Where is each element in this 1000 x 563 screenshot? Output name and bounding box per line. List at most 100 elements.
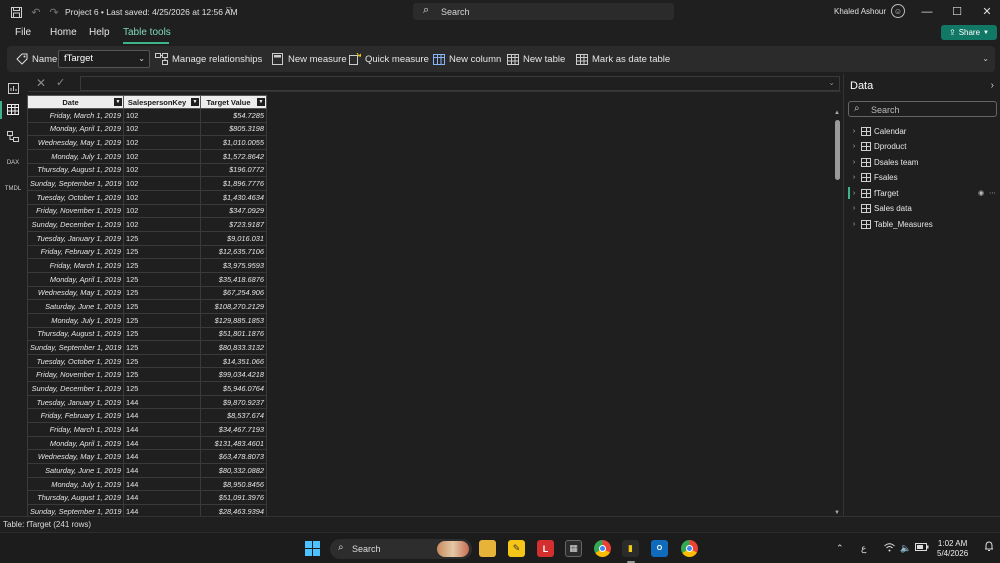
- maximize-icon[interactable]: ☐: [942, 3, 972, 20]
- more-options-icon[interactable]: ⋯: [989, 189, 996, 197]
- table-list-item[interactable]: › Sales data: [848, 202, 997, 216]
- ribbon-collapse-chevron-icon[interactable]: ⌄: [982, 54, 989, 63]
- column-filter-chevron-icon[interactable]: ▼: [191, 98, 199, 106]
- cell-salespersonkey[interactable]: 125: [123, 299, 201, 314]
- formula-expand-chevron-icon[interactable]: ⌄: [828, 78, 835, 87]
- cell-target-value[interactable]: $108,270.2129: [200, 299, 267, 314]
- cell-target-value[interactable]: $67,254.906: [200, 285, 267, 301]
- cell-salespersonkey[interactable]: 144: [123, 504, 201, 516]
- cell-date[interactable]: Thursday, August 1, 2019: [27, 326, 124, 342]
- cell-date[interactable]: Friday, November 1, 2019: [27, 367, 124, 383]
- column-header-salespersonkey[interactable]: SalespersonKey ▼: [123, 95, 201, 109]
- cell-salespersonkey[interactable]: 102: [123, 135, 201, 150]
- cell-salespersonkey[interactable]: 102: [123, 162, 201, 178]
- tmdl-view-icon[interactable]: TMDL: [5, 181, 21, 197]
- manage-relationships-button[interactable]: Manage relationships: [155, 51, 262, 67]
- expand-chevron-icon[interactable]: ›: [848, 174, 860, 181]
- column-filter-chevron-icon[interactable]: ▼: [257, 98, 265, 106]
- wifi-icon[interactable]: [884, 543, 895, 554]
- mark-as-date-table-button[interactable]: Mark as date table: [575, 51, 670, 67]
- file-explorer-icon[interactable]: [479, 540, 496, 557]
- cell-salespersonkey[interactable]: 125: [123, 258, 201, 273]
- cell-salespersonkey[interactable]: 102: [123, 148, 201, 164]
- cell-target-value[interactable]: $1,010.0055: [200, 135, 267, 150]
- cell-date[interactable]: Tuesday, October 1, 2019: [27, 353, 124, 369]
- chrome-profile-icon[interactable]: [681, 540, 698, 557]
- user-name[interactable]: Khaled Ashour: [834, 7, 886, 16]
- cell-date[interactable]: Sunday, September 1, 2019: [27, 504, 124, 516]
- cell-date[interactable]: Monday, April 1, 2019: [27, 121, 124, 137]
- menu-home[interactable]: Home: [50, 27, 77, 38]
- cell-target-value[interactable]: $8,950.8456: [200, 476, 267, 492]
- cell-target-value[interactable]: $1,896.7776: [200, 176, 267, 191]
- cell-date[interactable]: Wednesday, May 1, 2019: [27, 135, 124, 150]
- cell-salespersonkey[interactable]: 144: [123, 490, 201, 506]
- table-list-item[interactable]: › Fsales: [848, 171, 997, 185]
- cell-target-value[interactable]: $805.3198: [200, 121, 267, 137]
- menu-file[interactable]: File: [15, 27, 31, 38]
- cell-salespersonkey[interactable]: 125: [123, 312, 201, 328]
- power-bi-icon[interactable]: ▮: [622, 540, 639, 557]
- scroll-thumb[interactable]: [835, 120, 840, 180]
- cell-salespersonkey[interactable]: 125: [123, 271, 201, 287]
- cell-salespersonkey[interactable]: 125: [123, 285, 201, 301]
- cell-target-value[interactable]: $1,572.8642: [200, 148, 267, 164]
- microsoft-store-icon[interactable]: ▦: [565, 540, 582, 557]
- tray-overflow-chevron-icon[interactable]: ⌃: [836, 543, 844, 554]
- table-list-item[interactable]: › fTarget ◉ ⋯: [848, 186, 997, 200]
- battery-icon[interactable]: [915, 543, 929, 553]
- cell-target-value[interactable]: $723.9187: [200, 217, 267, 232]
- cell-salespersonkey[interactable]: 125: [123, 340, 201, 355]
- cell-salespersonkey[interactable]: 144: [123, 394, 201, 410]
- notifications-bell-icon[interactable]: [984, 541, 994, 554]
- input-language[interactable]: ع: [861, 543, 866, 554]
- cell-date[interactable]: Monday, July 1, 2019: [27, 148, 124, 164]
- minimize-icon[interactable]: —: [912, 3, 942, 20]
- cell-salespersonkey[interactable]: 125: [123, 230, 201, 246]
- cell-target-value[interactable]: $3,975.9593: [200, 258, 267, 273]
- cell-target-value[interactable]: $51,801.1876: [200, 326, 267, 342]
- cell-target-value[interactable]: $347.0929: [200, 203, 267, 219]
- cell-target-value[interactable]: $8,537.674: [200, 408, 267, 424]
- formula-input[interactable]: ⌄: [80, 76, 840, 91]
- cell-target-value[interactable]: $80,332.0882: [200, 463, 267, 478]
- cell-salespersonkey[interactable]: 125: [123, 353, 201, 369]
- outlook-icon[interactable]: O: [651, 540, 668, 557]
- cell-date[interactable]: Thursday, August 1, 2019: [27, 490, 124, 506]
- cell-target-value[interactable]: $51,091.3976: [200, 490, 267, 506]
- cell-salespersonkey[interactable]: 125: [123, 381, 201, 396]
- taskbar-search-box[interactable]: ⌕ Search: [330, 539, 472, 559]
- expand-chevron-icon[interactable]: ›: [848, 128, 860, 135]
- commit-formula-icon[interactable]: ✓: [56, 76, 65, 89]
- cell-date[interactable]: Monday, July 1, 2019: [27, 476, 124, 492]
- cell-date[interactable]: Wednesday, May 1, 2019: [27, 449, 124, 465]
- cell-salespersonkey[interactable]: 144: [123, 463, 201, 478]
- column-header-date[interactable]: Date ▼: [27, 95, 124, 109]
- cell-salespersonkey[interactable]: 102: [123, 176, 201, 191]
- cell-date[interactable]: Friday, November 1, 2019: [27, 203, 124, 219]
- cell-date[interactable]: Tuesday, January 1, 2019: [27, 230, 124, 246]
- cell-date[interactable]: Thursday, August 1, 2019: [27, 162, 124, 178]
- close-icon[interactable]: ✕: [972, 3, 1000, 20]
- cell-date[interactable]: Friday, February 1, 2019: [27, 408, 124, 424]
- cell-salespersonkey[interactable]: 125: [123, 244, 201, 260]
- cell-target-value[interactable]: $1,430.4634: [200, 189, 267, 205]
- collapse-pane-chevron-icon[interactable]: ›: [991, 80, 994, 91]
- cell-date[interactable]: Friday, March 1, 2019: [27, 422, 124, 437]
- sticky-notes-icon[interactable]: ✎: [508, 540, 525, 557]
- report-view-icon[interactable]: [5, 80, 21, 96]
- cell-salespersonkey[interactable]: 144: [123, 435, 201, 451]
- cell-target-value[interactable]: $14,351.066: [200, 353, 267, 369]
- cell-target-value[interactable]: $34,467.7193: [200, 422, 267, 437]
- cell-target-value[interactable]: $63,478.8073: [200, 449, 267, 465]
- avatar-icon[interactable]: ☺: [891, 4, 905, 18]
- cell-date[interactable]: Tuesday, January 1, 2019: [27, 394, 124, 410]
- cell-date[interactable]: Sunday, December 1, 2019: [27, 217, 124, 232]
- cell-date[interactable]: Wednesday, May 1, 2019: [27, 285, 124, 301]
- cell-target-value[interactable]: $196.0772: [200, 162, 267, 178]
- cell-target-value[interactable]: $99,034.4218: [200, 367, 267, 383]
- cell-salespersonkey[interactable]: 125: [123, 367, 201, 383]
- column-header-target-value[interactable]: Target Value ▼: [200, 95, 267, 109]
- cell-salespersonkey[interactable]: 125: [123, 326, 201, 342]
- windows-start-icon[interactable]: [304, 540, 321, 557]
